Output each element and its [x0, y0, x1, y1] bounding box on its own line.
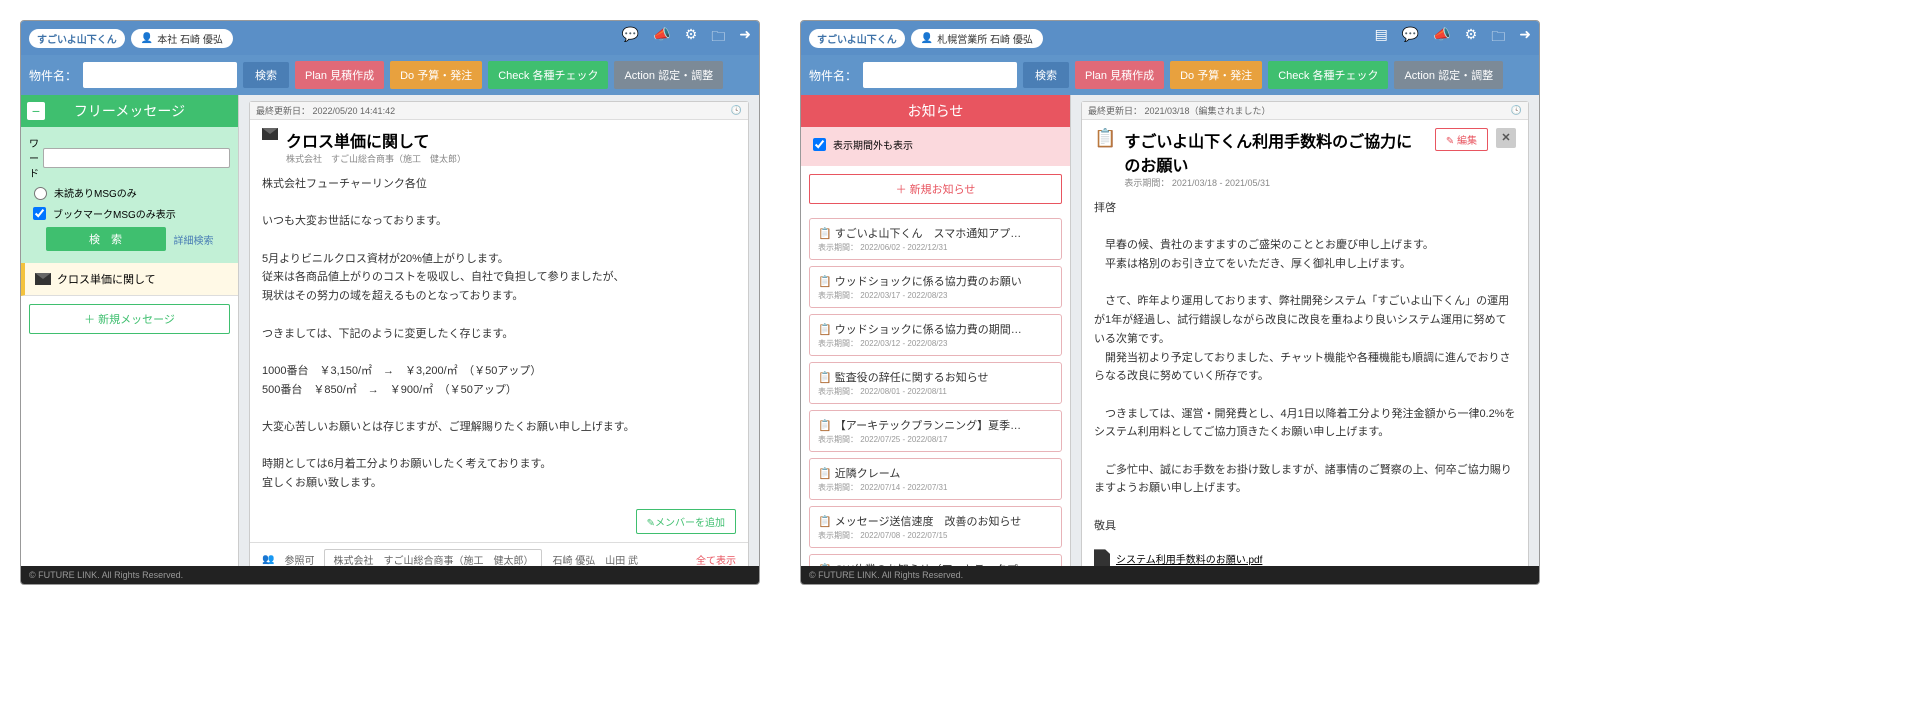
- property-search-input[interactable]: [863, 62, 1017, 88]
- file-icon: [1094, 549, 1110, 566]
- envelope-icon: [35, 273, 51, 285]
- keyword-input[interactable]: [43, 148, 230, 168]
- collapse-icon[interactable]: −: [27, 102, 45, 120]
- message-body: 株式会社フューチャーリンク各位 いつも大変お世話になっております。 5月よりビニ…: [250, 169, 748, 503]
- show-out-check[interactable]: [813, 138, 826, 151]
- do-button[interactable]: Do 予算・発注: [390, 61, 482, 89]
- folder-icon[interactable]: 🗀: [711, 26, 725, 50]
- footer: © FUTURE LINK. All Rights Reserved.: [801, 566, 1539, 584]
- new-notice-button[interactable]: ＋ 新規お知らせ: [809, 174, 1062, 204]
- folder-icon[interactable]: 🗀: [1491, 26, 1505, 50]
- sidebar: お知らせ 表示期間外も表示 ＋ 新規お知らせ 📋 すごいよ山下くん スマホ通知ア…: [801, 95, 1071, 566]
- announce-icon[interactable]: 📣: [1433, 26, 1450, 50]
- check-button[interactable]: Check 各種チェック: [1268, 61, 1388, 89]
- main-content: 最終更新日： 2022/05/20 14:41:42🕓 クロス単価に関して 株式…: [239, 95, 759, 566]
- notice-list-item[interactable]: 📋 ウッドショックに係る協力費のお願い表示期間： 2022/03/17 - 20…: [809, 266, 1062, 308]
- announce-icon[interactable]: 📣: [653, 26, 670, 50]
- message-title: クロス単価に関して: [286, 128, 736, 152]
- new-message-button[interactable]: ＋ 新規メッセージ: [29, 304, 230, 334]
- search-label: 物件名：: [809, 67, 857, 84]
- logout-icon[interactable]: ➜: [739, 26, 751, 50]
- header-icons: ▤ 💬 📣 ⚙ 🗀 ➜: [1375, 26, 1531, 50]
- property-search-input[interactable]: [83, 62, 237, 88]
- filter-panel: ワード 未読ありMSGのみ ブックマークMSGのみ表示 検 索 詳細検索: [21, 127, 238, 263]
- notice-list-item[interactable]: 📋 メッセージ送信速度 改善のお知らせ表示期間： 2022/07/08 - 20…: [809, 506, 1062, 548]
- check-button[interactable]: Check 各種チェック: [488, 61, 608, 89]
- filter-panel: 表示期間外も表示: [801, 127, 1070, 166]
- app-message: すごいよ山下くん 👤 本社 石崎 優弘 💬 📣 ⚙ 🗀 ➜ 物件名： 検索 Pl…: [20, 20, 760, 585]
- attachment[interactable]: システム利用手数料のお願い.pdf: [1094, 549, 1516, 566]
- notice-list-item[interactable]: 📋 GW休業のお知らせ（アーキテックプ…表示期間： 2022/04/23 - 2…: [809, 554, 1062, 566]
- topbar: 物件名： 検索 Plan 見積作成 Do 予算・発注 Check 各種チェック …: [21, 55, 759, 95]
- doc-icon[interactable]: ▤: [1375, 26, 1388, 50]
- unread-radio[interactable]: [34, 187, 47, 200]
- notice-list-item[interactable]: 📋 すごいよ山下くん スマホ通知アプ…表示期間： 2022/06/02 - 20…: [809, 218, 1062, 260]
- chat-icon[interactable]: 💬: [1402, 26, 1419, 50]
- message-list-item[interactable]: クロス単価に関して: [21, 263, 238, 296]
- sidebar-title: − フリーメッセージ: [21, 95, 238, 127]
- clock-icon: 🕓: [1511, 105, 1522, 116]
- search-button[interactable]: 検索: [1023, 62, 1069, 88]
- gear-icon[interactable]: ⚙: [685, 26, 698, 50]
- app-logo: すごいよ山下くん: [809, 29, 905, 48]
- logout-icon[interactable]: ➜: [1519, 26, 1531, 50]
- search-button[interactable]: 検索: [243, 62, 289, 88]
- app-notice: すごいよ山下くん 👤 札幌営業所 石崎 優弘 ▤ 💬 📣 ⚙ 🗀 ➜ 物件名： …: [800, 20, 1540, 585]
- search-label: 物件名：: [29, 67, 77, 84]
- plan-button[interactable]: Plan 見積作成: [295, 61, 384, 89]
- gear-icon[interactable]: ⚙: [1465, 26, 1478, 50]
- notice-list-item[interactable]: 📋 ウッドショックに係る協力費の期間…表示期間： 2022/03/12 - 20…: [809, 314, 1062, 356]
- notice-list: 📋 すごいよ山下くん スマホ通知アプ…表示期間： 2022/06/02 - 20…: [801, 212, 1070, 566]
- app-logo: すごいよ山下くん: [29, 29, 125, 48]
- action-button[interactable]: Action 認定・調整: [1394, 61, 1503, 89]
- notice-title: すごいよ山下くん利用手数料のご協力にのお願い: [1124, 128, 1426, 176]
- user-chip[interactable]: 👤 本社 石崎 優弘: [131, 29, 233, 48]
- edit-button[interactable]: ✎ 編集: [1435, 128, 1488, 151]
- detail-search-link[interactable]: 詳細検索: [174, 232, 214, 247]
- envelope-icon: [262, 128, 278, 140]
- message-card: 最終更新日： 2022/05/20 14:41:42🕓 クロス単価に関して 株式…: [249, 101, 749, 566]
- add-member-button[interactable]: ✎メンバーを追加: [636, 509, 736, 534]
- main-content: 最終更新日： 2021/03/18（編集されました）🕓 📋 すごいよ山下くん利用…: [1071, 95, 1539, 566]
- clipboard-icon: 📋: [1094, 128, 1116, 149]
- notice-list-item[interactable]: 📋 【アーキテックプランニング】夏季…表示期間： 2022/07/25 - 20…: [809, 410, 1062, 452]
- notice-list-item[interactable]: 📋 近隣クレーム表示期間： 2022/07/14 - 2022/07/31: [809, 458, 1062, 500]
- close-icon[interactable]: ✕: [1496, 128, 1516, 148]
- chat-icon[interactable]: 💬: [622, 26, 639, 50]
- filter-search-button[interactable]: 検 索: [46, 227, 166, 251]
- show-all-link[interactable]: 全て表示: [696, 552, 736, 566]
- user-chip[interactable]: 👤 札幌営業所 石崎 優弘: [911, 29, 1043, 48]
- header: すごいよ山下くん 👤 本社 石崎 優弘 💬 📣 ⚙ 🗀 ➜: [21, 21, 759, 55]
- do-button[interactable]: Do 予算・発注: [1170, 61, 1262, 89]
- sidebar: − フリーメッセージ ワード 未読ありMSGのみ ブックマークMSGのみ表示 検…: [21, 95, 239, 566]
- notice-list-item[interactable]: 📋 監査役の辞任に関するお知らせ表示期間： 2022/08/01 - 2022/…: [809, 362, 1062, 404]
- action-button[interactable]: Action 認定・調整: [614, 61, 723, 89]
- notice-card: 最終更新日： 2021/03/18（編集されました）🕓 📋 すごいよ山下くん利用…: [1081, 101, 1529, 566]
- topbar: 物件名： 検索 Plan 見積作成 Do 予算・発注 Check 各種チェック …: [801, 55, 1539, 95]
- people-icon: 👥: [262, 554, 274, 565]
- footer: © FUTURE LINK. All Rights Reserved.: [21, 566, 759, 584]
- header-icons: 💬 📣 ⚙ 🗀 ➜: [622, 26, 751, 50]
- clock-icon: 🕓: [731, 105, 742, 116]
- header: すごいよ山下くん 👤 札幌営業所 石崎 優弘 ▤ 💬 📣 ⚙ 🗀 ➜: [801, 21, 1539, 55]
- bookmark-check[interactable]: [33, 207, 46, 220]
- plan-button[interactable]: Plan 見積作成: [1075, 61, 1164, 89]
- notice-body: 拝啓 早春の候、貴社のますますのご盛栄のこととお慶び申し上げます。 平素は格別の…: [1082, 193, 1528, 545]
- sidebar-title: お知らせ: [801, 95, 1070, 127]
